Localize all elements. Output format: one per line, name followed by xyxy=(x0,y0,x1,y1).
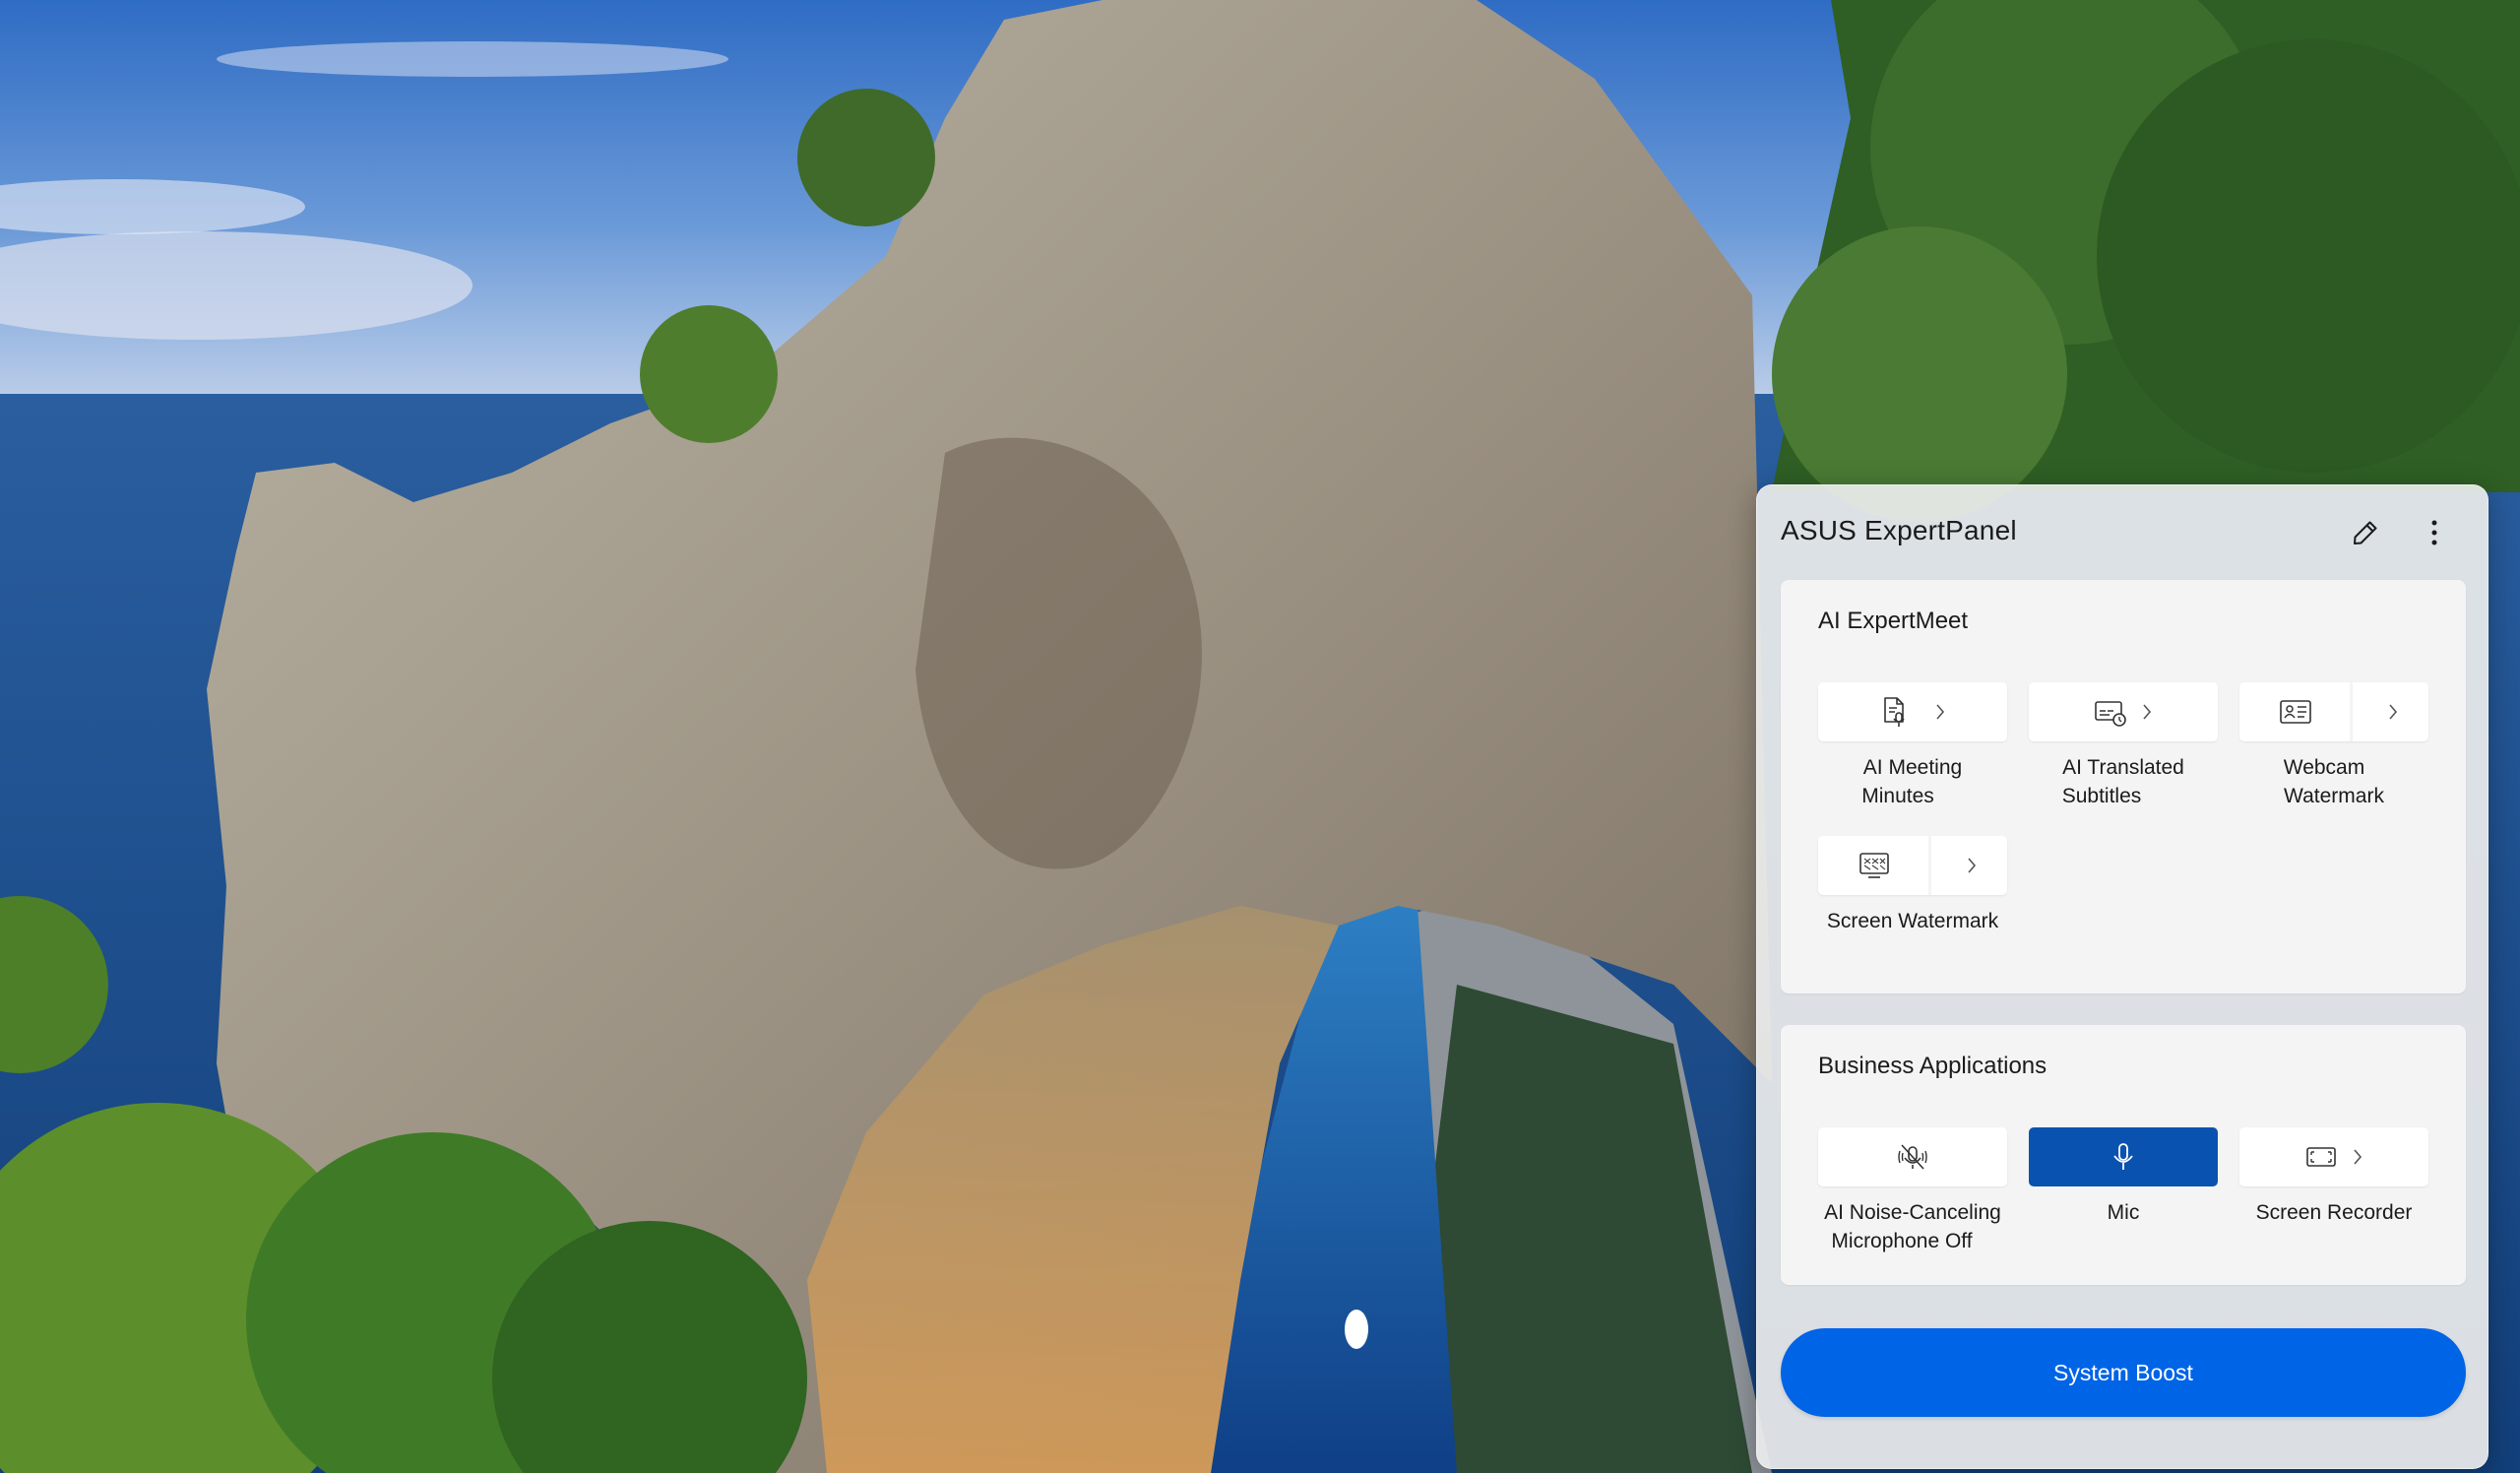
webcam-watermark-icon xyxy=(2280,700,2311,724)
translated-subtitles-icon xyxy=(2095,701,2126,727)
mic-button[interactable] xyxy=(2029,1127,2218,1186)
system-boost-button[interactable]: System Boost xyxy=(1781,1328,2466,1417)
noise-canceling-mic-off-icon xyxy=(1898,1144,1927,1170)
panel-header: ASUS ExpertPanel xyxy=(1757,485,2488,580)
tile-divider xyxy=(1928,836,1931,895)
screen-recorder-button[interactable] xyxy=(2239,1127,2428,1186)
tile-label: Webcam Watermark xyxy=(2283,756,2384,807)
section-title: Business Applications xyxy=(1818,1053,2048,1079)
more-vertical-icon xyxy=(2431,520,2437,545)
ai-translated-subtitles-button[interactable] xyxy=(2029,682,2218,741)
panel-title: ASUS ExpertPanel xyxy=(1781,515,2017,545)
screen-watermark-icon xyxy=(1859,853,1889,878)
expert-panel: ASUS ExpertPanel AI ExpertMeet AI Meetin… xyxy=(1756,484,2488,1469)
edit-button[interactable] xyxy=(2344,511,2387,554)
microphone-icon xyxy=(2113,1143,2133,1170)
chevron-right-icon xyxy=(1936,704,1945,720)
chevron-right-icon xyxy=(2354,1149,2362,1165)
desktop: ASUS ExpertPanel AI ExpertMeet AI Meetin… xyxy=(0,0,2520,1473)
meeting-minutes-icon xyxy=(1884,697,1905,727)
section-title: AI ExpertMeet xyxy=(1818,608,1969,634)
tile-label: AI Meeting Minutes xyxy=(1861,756,1963,807)
screen-recorder-icon xyxy=(2306,1147,2336,1167)
more-options-button[interactable] xyxy=(2413,511,2456,554)
ai-expertmeet-section: AI ExpertMeet AI Meeting Minutes AI Tran… xyxy=(1781,580,2466,993)
screen-watermark-button[interactable] xyxy=(1818,836,2007,895)
chevron-right-icon[interactable] xyxy=(2387,702,2399,722)
tile-label: Screen Recorder xyxy=(2255,1201,2413,1224)
chevron-right-icon[interactable] xyxy=(1966,856,1978,875)
tile-label: AI Noise-Canceling Microphone Off xyxy=(1824,1201,2001,1252)
tile-label: AI Translated Subtitles xyxy=(2061,756,2184,807)
webcam-watermark-button[interactable] xyxy=(2239,682,2428,741)
ai-noise-canceling-button[interactable] xyxy=(1818,1127,2007,1186)
tile-divider xyxy=(2350,682,2353,741)
chevron-right-icon xyxy=(2143,704,2152,720)
pencil-icon xyxy=(2354,521,2377,544)
tile-label: Screen Watermark xyxy=(1826,910,1999,932)
ai-meeting-minutes-button[interactable] xyxy=(1818,682,2007,741)
tile-label: Mic xyxy=(2107,1201,2140,1224)
business-applications-section: Business Applications AI Noise-Canceling… xyxy=(1781,1025,2466,1285)
